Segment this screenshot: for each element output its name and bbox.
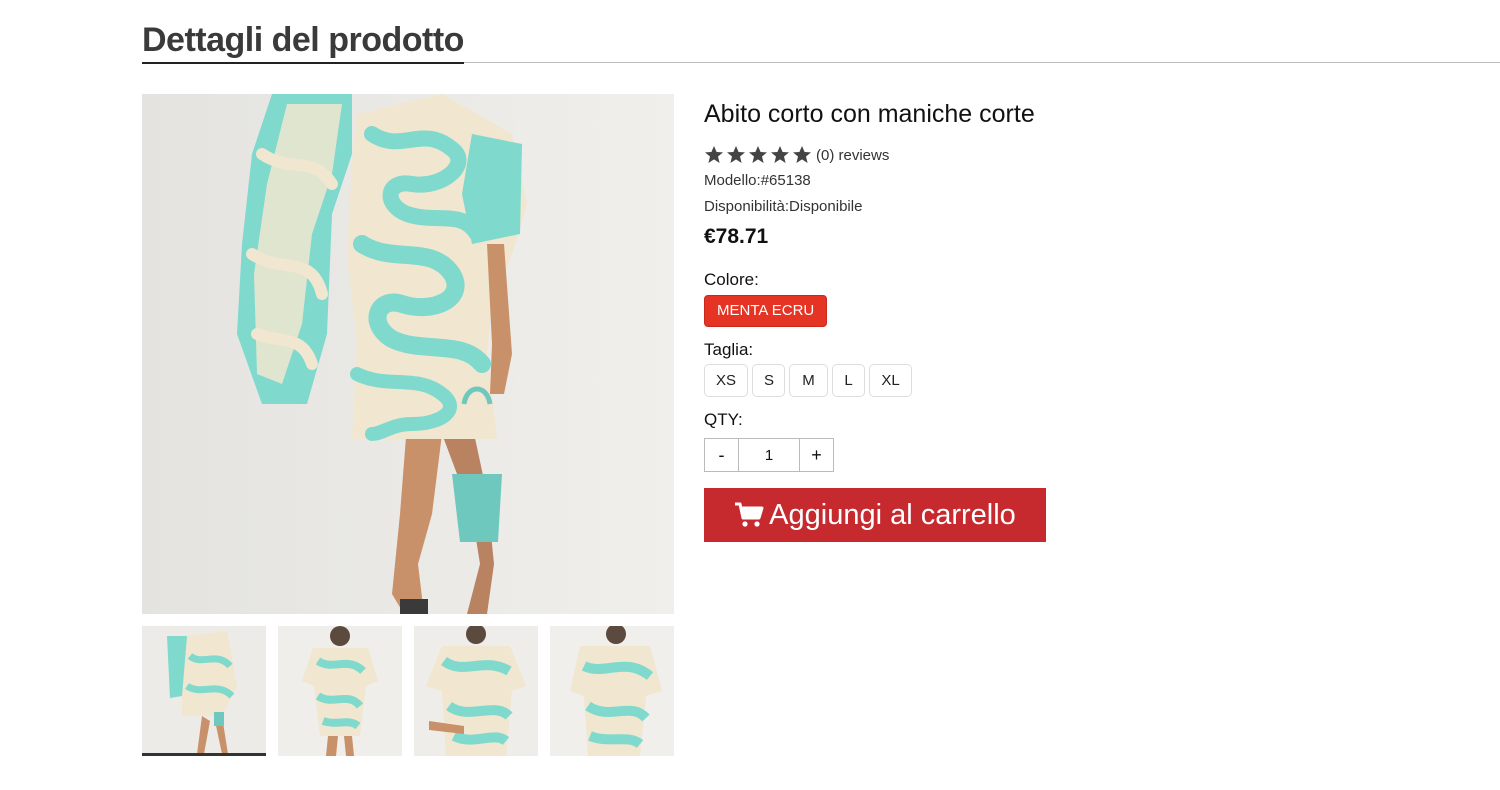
section-header: Dettagli del prodotto <box>0 0 1500 64</box>
thumbnail-1[interactable] <box>142 626 266 756</box>
section-title: Dettagli del prodotto <box>142 20 464 64</box>
main-product-image[interactable] <box>142 94 674 614</box>
color-label: Colore: <box>704 270 759 289</box>
star-icon <box>749 146 767 163</box>
star-icon <box>727 146 745 163</box>
color-option-menta-ecru[interactable]: MENTA ECRU <box>704 295 828 327</box>
dress-photo <box>142 94 674 614</box>
shopping-cart-icon <box>735 502 764 527</box>
thumbnail-strip <box>142 626 674 756</box>
star-icon <box>793 146 811 163</box>
price: €78.71 <box>704 225 769 248</box>
reviews-link[interactable]: (0) reviews <box>816 147 889 164</box>
quantity-stepper: - + <box>704 438 834 472</box>
add-to-cart-button[interactable]: Aggiungi al carrello <box>704 488 1046 542</box>
add-to-cart-label: Aggiungi al carrello <box>769 498 1016 531</box>
size-option-xs[interactable]: XS <box>704 364 748 397</box>
size-option-xl[interactable]: XL <box>869 364 912 397</box>
thumbnail-1-image <box>142 626 266 753</box>
qty-input[interactable] <box>739 438 799 472</box>
rating: (0) reviews <box>704 144 889 166</box>
size-options: XS S M L XL <box>704 364 916 397</box>
star-icon <box>771 146 789 163</box>
size-option-s[interactable]: S <box>752 364 785 397</box>
thumbnail-3-image <box>414 626 538 756</box>
qty-increase-button[interactable]: + <box>799 438 834 472</box>
thumbnail-2[interactable] <box>278 626 402 756</box>
qty-label: QTY: <box>704 410 743 429</box>
thumbnail-4[interactable] <box>550 626 674 756</box>
size-label: Taglia: <box>704 340 754 359</box>
thumbnail-2-image <box>278 626 402 756</box>
model-number: Modello:#65138 <box>704 172 811 189</box>
size-option-l[interactable]: L <box>832 364 865 397</box>
availability: Disponibilità:Disponibile <box>704 198 863 215</box>
thumbnail-4-image <box>550 626 674 756</box>
size-option-m[interactable]: M <box>789 364 828 397</box>
qty-decrease-button[interactable]: - <box>704 438 739 472</box>
star-icon <box>705 146 723 163</box>
product-title: Abito corto con maniche corte <box>704 100 1035 128</box>
thumbnail-3[interactable] <box>414 626 538 756</box>
